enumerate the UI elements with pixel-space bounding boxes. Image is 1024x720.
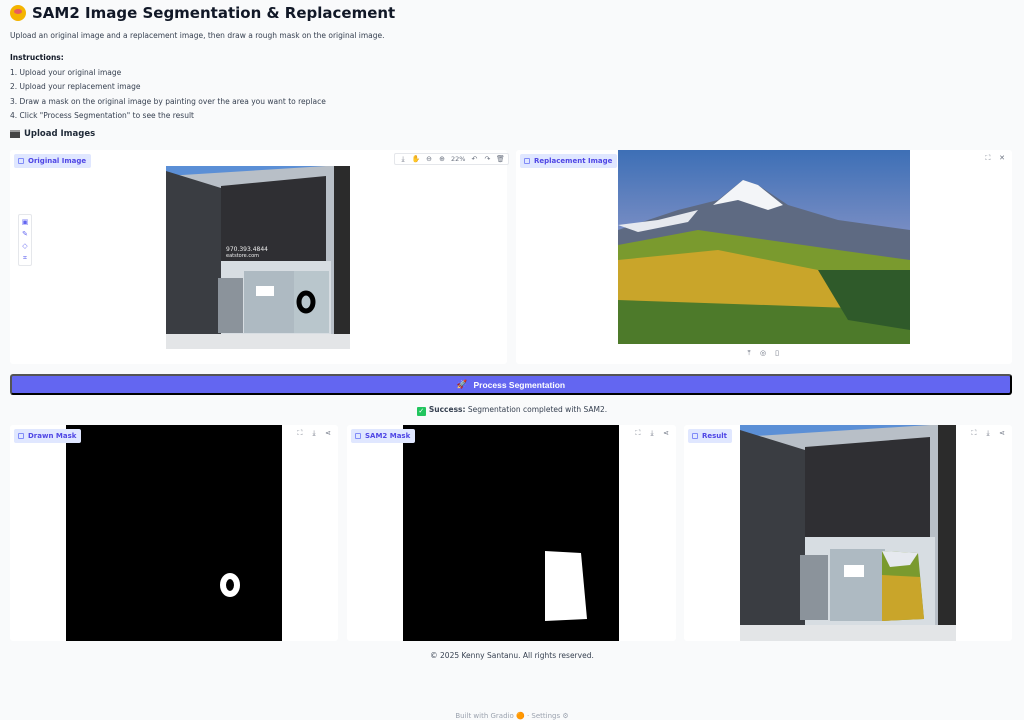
sam2-mask-controls: ⛶ ⤓ ⋖ [634, 429, 670, 438]
storefront-phone: 970.393.4844 [226, 246, 268, 253]
process-segmentation-button[interactable]: 🚀 Process Segmentation [10, 374, 1012, 395]
replacement-source-controls: ⤒ ◎ ▯ [745, 349, 781, 358]
original-image-label: Original Image [14, 154, 92, 168]
editor-toolbar: ⤓ ✋ ⊖ ⊕ 22% ↶ ↷ 🗑 [394, 153, 510, 165]
original-image-canvas[interactable]: 970.393.4844 eatstore.com [166, 166, 350, 349]
emoji-icon [10, 5, 26, 21]
result-image [740, 425, 956, 641]
zoom-out-icon[interactable]: ⊖ [425, 155, 433, 163]
sam2-mask-image [403, 425, 619, 641]
replacement-image-label-text: Replacement Image [534, 157, 613, 165]
settings-link[interactable]: Settings [531, 712, 560, 720]
replacement-image [618, 150, 910, 344]
image-icon [692, 433, 698, 439]
storefront-site: eatstore.com [226, 253, 259, 259]
zoom-level: 22% [451, 155, 466, 163]
sam2-mask-panel: SAM2 Mask ⛶ ⤓ ⋖ [347, 425, 676, 641]
undo-icon[interactable]: ↶ [470, 155, 478, 163]
instructions-heading: Instructions: [10, 53, 64, 62]
share-icon[interactable]: ⋖ [324, 429, 332, 437]
replacement-corner-controls: ⛶ ✕ [984, 154, 1006, 163]
original-image-label-text: Original Image [28, 157, 87, 165]
replacement-image-panel[interactable]: Replacement Image ⛶ ✕ ⤒ ◎ ▯ [516, 150, 1012, 364]
crop-icon[interactable]: ⌗ [21, 254, 29, 262]
original-image-editor[interactable]: Original Image ⤓ ✋ ⊖ ⊕ 22% ↶ ↷ 🗑 ▣ ✎ ◇ ⌗ [10, 150, 510, 364]
instruction-step: 2. Upload your replacement image [10, 82, 141, 91]
status-text: Segmentation completed with SAM2. [467, 405, 608, 414]
download-icon[interactable]: ⤓ [648, 429, 656, 437]
download-icon[interactable]: ⤓ [399, 155, 407, 163]
image-upload-icon[interactable]: ▣ [21, 218, 29, 226]
upload-heading-text: Upload Images [24, 129, 96, 139]
fullscreen-icon[interactable]: ⛶ [970, 429, 978, 437]
webcam-icon[interactable]: ◎ [759, 349, 767, 357]
copyright-footer: © 2025 Kenny Santanu. All rights reserve… [430, 651, 594, 660]
instruction-step: 1. Upload your original image [10, 68, 122, 77]
gradio-logo-icon: 🟠 [516, 712, 525, 720]
page-title-row: SAM2 Image Segmentation & Replacement [10, 4, 395, 22]
zoom-in-icon[interactable]: ⊕ [438, 155, 446, 163]
check-icon: ✓ [416, 407, 426, 416]
upload-images-heading: Upload Images [10, 129, 95, 139]
result-panel: Result ⛶ ⤓ ⋖ [684, 425, 1012, 641]
image-icon [18, 433, 24, 439]
pan-hand-icon[interactable]: ✋ [412, 155, 421, 163]
fullscreen-icon[interactable]: ⛶ [296, 429, 304, 437]
download-icon[interactable]: ⤓ [984, 429, 992, 437]
instruction-step: 4. Click "Process Segmentation" to see t… [10, 111, 194, 120]
status-message: ✓ Success: Segmentation completed with SA… [0, 405, 1024, 416]
fullscreen-icon[interactable]: ⛶ [984, 154, 992, 162]
gear-icon: ⚙ [562, 712, 569, 720]
built-with-gradio-link[interactable]: Built with Gradio [455, 712, 513, 720]
image-icon [18, 158, 24, 164]
drawn-mask-label: Drawn Mask [14, 429, 82, 443]
gradio-bottom-bar: Built with Gradio 🟠 · Settings ⚙ [0, 712, 1024, 720]
brush-icon[interactable]: ✎ [21, 230, 29, 238]
share-icon[interactable]: ⋖ [998, 429, 1006, 437]
page-subtitle: Upload an original image and a replaceme… [10, 31, 385, 40]
image-icon [355, 433, 361, 439]
clipboard-icon[interactable]: ▯ [773, 349, 781, 357]
redo-icon[interactable]: ↷ [483, 155, 491, 163]
result-label-text: Result [702, 432, 728, 440]
eraser-icon[interactable]: ◇ [21, 242, 29, 250]
rocket-icon: 🚀 [456, 379, 468, 389]
result-label: Result [688, 429, 733, 443]
close-icon[interactable]: ✕ [998, 154, 1006, 162]
clapperboard-icon [10, 130, 20, 138]
replacement-image-label: Replacement Image [520, 154, 618, 168]
drawn-mask-controls: ⛶ ⤓ ⋖ [296, 429, 332, 438]
image-icon [524, 158, 530, 164]
drawn-mask-image [66, 425, 282, 641]
editor-sidetools: ▣ ✎ ◇ ⌗ [18, 214, 32, 266]
fullscreen-icon[interactable]: ⛶ [634, 429, 642, 437]
sam2-mask-label: SAM2 Mask [351, 429, 416, 443]
process-segmentation-label: Process Segmentation [473, 379, 566, 390]
download-icon[interactable]: ⤓ [310, 429, 318, 437]
upload-icon[interactable]: ⤒ [745, 349, 753, 357]
result-controls: ⛶ ⤓ ⋖ [970, 429, 1006, 438]
status-prefix: Success: [428, 405, 466, 414]
share-icon[interactable]: ⋖ [662, 429, 670, 437]
sam2-mask-label-text: SAM2 Mask [365, 432, 411, 440]
instruction-step: 3. Draw a mask on the original image by … [10, 97, 326, 106]
trash-icon[interactable]: 🗑 [496, 155, 505, 163]
separator: · [526, 712, 530, 720]
drawn-mask-label-text: Drawn Mask [28, 432, 77, 440]
drawn-mask-panel: Drawn Mask ⛶ ⤓ ⋖ [10, 425, 338, 641]
page-title: SAM2 Image Segmentation & Replacement [32, 4, 396, 22]
